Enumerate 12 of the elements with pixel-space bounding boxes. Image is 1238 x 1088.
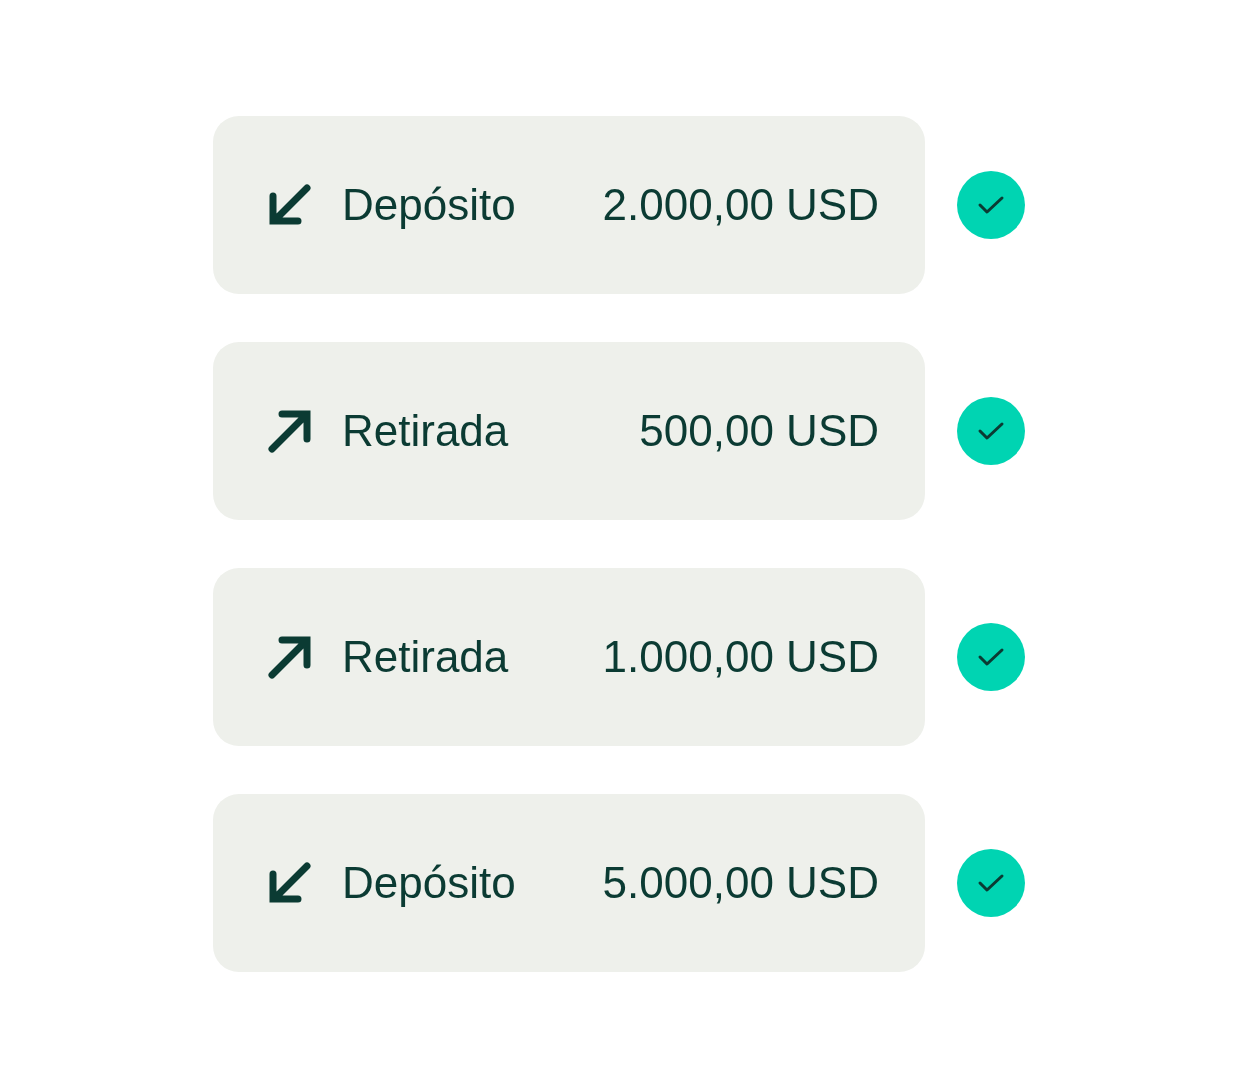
transaction-type: Retirada <box>342 409 509 453</box>
transaction-amount: 2.000,00 USD <box>602 183 879 227</box>
transaction-type: Depósito <box>342 183 516 227</box>
arrow-up-right-icon <box>268 635 312 679</box>
arrow-down-left-icon <box>268 862 312 904</box>
arrow-up-right-icon <box>268 409 312 453</box>
transaction-type: Retirada <box>342 635 509 679</box>
transaction-type: Depósito <box>342 861 516 905</box>
transaction-amount: 500,00 USD <box>639 409 879 453</box>
arrow-down-left-icon <box>268 184 312 226</box>
transaction-amount: 5.000,00 USD <box>602 861 879 905</box>
transaction-amount: 1.000,00 USD <box>602 635 879 679</box>
